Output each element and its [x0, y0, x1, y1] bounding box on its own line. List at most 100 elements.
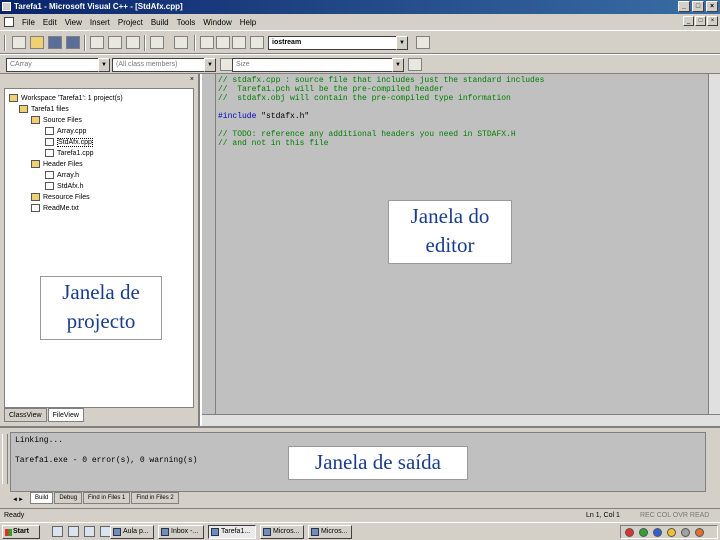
title-bar[interactable]: Tarefa1 - Microsoft Visual C++ - [StdAfx…	[0, 0, 720, 14]
file-icon	[45, 171, 54, 180]
status-text: Ready	[4, 512, 25, 519]
quicklaunch-icon[interactable]	[68, 526, 79, 537]
folder-icon	[31, 116, 40, 125]
task-button[interactable]: Aula p...	[110, 525, 154, 539]
minimize-button[interactable]: _	[678, 1, 690, 12]
save-all-icon[interactable]	[66, 36, 80, 49]
new-file-icon[interactable]	[12, 36, 26, 49]
maximize-button[interactable]: □	[692, 1, 704, 12]
doc-close-button[interactable]: ×	[707, 16, 718, 26]
output-window-icon[interactable]	[216, 36, 230, 49]
task-app-icon	[211, 528, 219, 536]
chevron-down-icon[interactable]: ▼	[98, 58, 110, 72]
tree-file-item[interactable]: StdAfx.cpp	[45, 137, 93, 148]
tree-folder-item[interactable]: Resource Files	[31, 192, 90, 203]
menu-file[interactable]: File	[18, 18, 39, 27]
tree-folder-item[interactable]: Header Files	[31, 159, 83, 170]
open-folder-icon[interactable]	[30, 36, 44, 49]
tree-item-label: StdAfx.h	[57, 183, 84, 190]
menu-bar: File Edit View Insert Project Build Tool…	[0, 14, 720, 30]
tree-file-item[interactable]: Tarefa1.cpp	[45, 148, 94, 159]
start-button[interactable]: Start	[2, 525, 40, 539]
output-label-text: Janela de saída	[315, 450, 441, 474]
menu-tools[interactable]: Tools	[173, 18, 200, 27]
menu-insert[interactable]: Insert	[86, 18, 114, 27]
tree-folder-item[interactable]: Source Files	[31, 115, 82, 126]
code-area[interactable]: // stdafx.cpp : source file that include…	[218, 76, 698, 148]
window-list-icon[interactable]	[232, 36, 246, 49]
tree-folder-item[interactable]: Workspace 'Tarefa1': 1 project(s)	[9, 93, 123, 104]
code-line: // and not in this file	[218, 139, 329, 148]
doc-minimize-button[interactable]: _	[683, 16, 694, 26]
tab-fileview[interactable]: FileView	[47, 408, 84, 422]
menu-view[interactable]: View	[61, 18, 86, 27]
code-line: // stdafx.obj will contain the pre-compi…	[218, 94, 511, 103]
tab-find-in-files-2[interactable]: Find in Files 2	[131, 492, 179, 504]
function-combo-value: Size	[236, 61, 250, 68]
menu-build[interactable]: Build	[147, 18, 173, 27]
tree-file-item[interactable]: StdAfx.h	[45, 181, 83, 192]
quicklaunch-icon[interactable]	[52, 526, 63, 537]
tray-icon[interactable]	[695, 528, 704, 537]
menu-edit[interactable]: Edit	[39, 18, 61, 27]
toolbar-separator	[144, 35, 146, 51]
task-button-active[interactable]: Tarefa1...	[208, 525, 256, 539]
tree-folder-item[interactable]: Tarefa1 files	[19, 104, 69, 115]
tree-file-item[interactable]: ReadMe.txt	[31, 203, 79, 214]
task-app-icon	[161, 528, 169, 536]
chevron-down-icon[interactable]: ▼	[392, 58, 404, 72]
vertical-scrollbar[interactable]	[708, 74, 720, 414]
function-combo[interactable]: Size ▼	[232, 58, 404, 72]
save-icon[interactable]	[48, 36, 62, 49]
app-icon[interactable]	[2, 2, 11, 11]
find-icon[interactable]	[416, 36, 430, 49]
tab-scroll-arrows[interactable]: ◄►	[12, 497, 24, 503]
tab-debug[interactable]: Debug	[54, 492, 83, 504]
status-bar: Ready Ln 1, Col 1 REC COL OVR READ	[0, 508, 720, 522]
tab-find-in-files-1[interactable]: Find in Files 1	[83, 492, 131, 504]
task-button[interactable]: Inbox -...	[158, 525, 204, 539]
doc-restore-button[interactable]: □	[695, 16, 706, 26]
tree-item-label: StdAfx.cpp	[57, 138, 93, 147]
menu-help[interactable]: Help	[236, 18, 260, 27]
menu-window[interactable]: Window	[199, 18, 235, 27]
wizard-bar: CArray ▼ (All class members) ▼ Size ▼	[0, 54, 720, 74]
windows-logo-icon	[5, 529, 12, 536]
workspace-icon[interactable]	[200, 36, 214, 49]
tree-file-item[interactable]: Array.cpp	[45, 126, 86, 137]
tree-item-label: Tarefa1.cpp	[57, 150, 94, 157]
tray-icon[interactable]	[667, 528, 676, 537]
tray-icon[interactable]	[639, 528, 648, 537]
undo-icon[interactable]	[150, 36, 164, 49]
document-icon[interactable]	[4, 17, 14, 27]
class-combo[interactable]: CArray ▼	[6, 58, 110, 72]
close-button[interactable]: ×	[706, 1, 718, 12]
tree-file-item[interactable]: Array.h	[45, 170, 79, 181]
tab-build[interactable]: Build	[30, 492, 54, 504]
editor-window-label: Janela do editor	[388, 200, 512, 264]
cut-icon[interactable]	[90, 36, 104, 49]
tray-icon[interactable]	[625, 528, 634, 537]
project-window-label: Janela de projecto	[40, 276, 162, 340]
tree-item-label: Resource Files	[43, 194, 90, 201]
copy-icon[interactable]	[108, 36, 122, 49]
chevron-down-icon[interactable]: ▼	[396, 36, 408, 50]
find-combo[interactable]: iostream ▼	[268, 36, 408, 50]
quicklaunch-icon[interactable]	[84, 526, 95, 537]
close-icon[interactable]: ×	[190, 76, 194, 83]
editor-margin	[202, 74, 216, 426]
task-button[interactable]: Micros...	[260, 525, 304, 539]
find-in-files-icon[interactable]	[250, 36, 264, 49]
task-button[interactable]: Micros...	[308, 525, 352, 539]
tray-icon[interactable]	[681, 528, 690, 537]
project-label-line-1: Janela de	[62, 280, 140, 304]
redo-icon[interactable]	[174, 36, 188, 49]
paste-icon[interactable]	[126, 36, 140, 49]
tab-classview[interactable]: ClassView	[4, 408, 47, 422]
horizontal-scrollbar[interactable]	[202, 414, 720, 426]
tray-icon[interactable]	[653, 528, 662, 537]
menu-project[interactable]: Project	[114, 18, 147, 27]
wizard-action-icon[interactable]	[408, 58, 422, 71]
members-combo[interactable]: (All class members) ▼	[112, 58, 216, 72]
chevron-down-icon[interactable]: ▼	[204, 58, 216, 72]
